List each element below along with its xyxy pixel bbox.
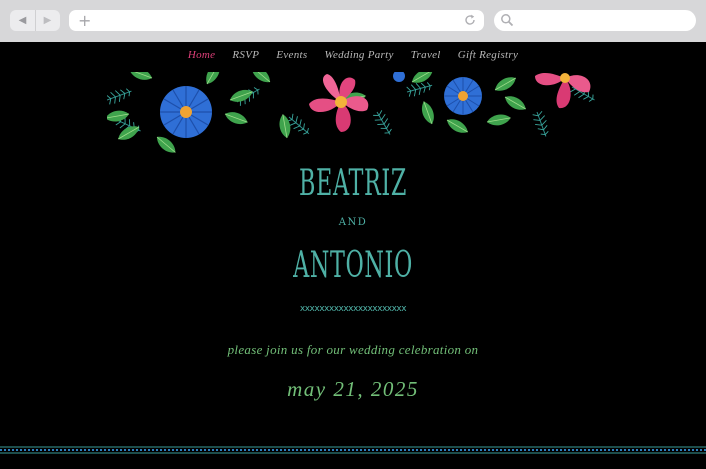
and-text: AND <box>338 217 368 228</box>
nav-gift-registry[interactable]: Gift Registry <box>458 49 518 61</box>
browser-toolbar: ◀ ▶ + <box>0 0 706 42</box>
nav-events[interactable]: Events <box>276 49 307 61</box>
invitation-text: please join us for our wedding celebrati… <box>227 342 479 357</box>
search-icon <box>501 14 514 27</box>
forward-arrow-icon: ▶ <box>43 15 52 26</box>
nav-rsvp[interactable]: RSVP <box>232 49 259 61</box>
partner-two-name: ANTONIO <box>293 245 413 286</box>
reload-icon[interactable] <box>463 13 477 27</box>
search-bar[interactable] <box>494 10 696 31</box>
nav-buttons: ◀ ▶ <box>10 10 60 31</box>
address-bar[interactable]: + <box>69 10 484 31</box>
partner-one-name: BEATRIZ <box>299 163 407 204</box>
floral-illustration <box>107 72 599 157</box>
nav-travel[interactable]: Travel <box>411 49 441 61</box>
divider: xxxxxxxxxxxxxxxxxxxxxx <box>299 304 407 314</box>
wedding-date: may 21, 2025 <box>287 377 419 401</box>
forward-button[interactable]: ▶ <box>35 10 60 31</box>
back-button[interactable]: ◀ <box>10 10 36 31</box>
back-arrow-icon: ◀ <box>18 15 27 26</box>
nav-home[interactable]: Home <box>188 49 215 61</box>
decorative-border <box>0 446 706 454</box>
site-nav: Home RSVP Events Wedding Party Travel Gi… <box>0 49 706 61</box>
plus-icon[interactable]: + <box>78 11 91 30</box>
nav-wedding-party[interactable]: Wedding Party <box>325 49 394 61</box>
